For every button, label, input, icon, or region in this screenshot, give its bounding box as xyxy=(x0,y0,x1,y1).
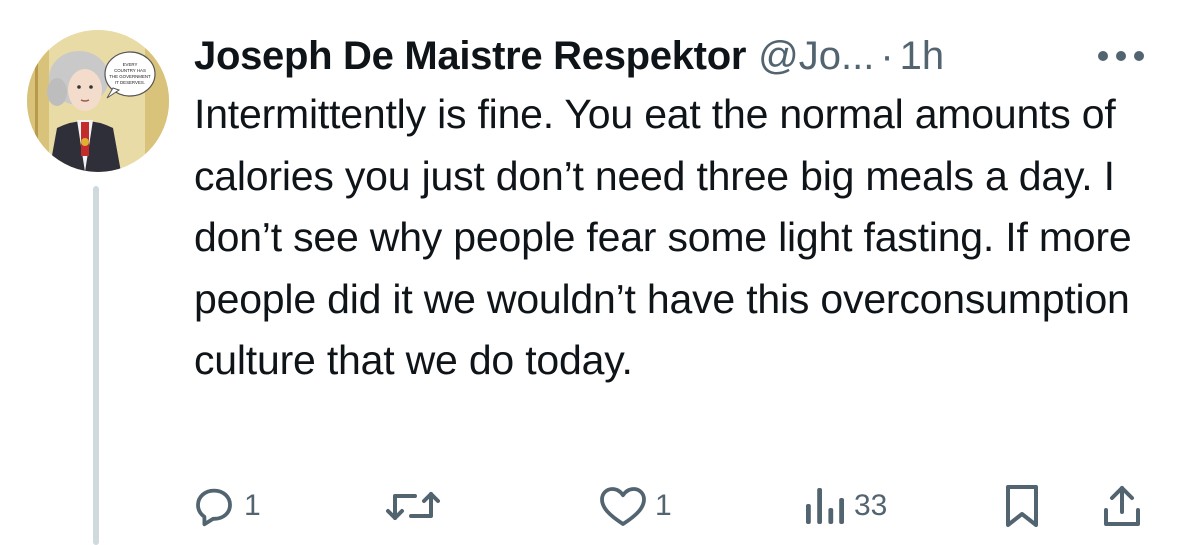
retweet-button[interactable] xyxy=(385,478,447,534)
tweet[interactable]: EVERY COUNTRY HAS THE GOVERNMENT IT DESE… xyxy=(0,0,1179,545)
svg-text:IT DESERVES.: IT DESERVES. xyxy=(115,80,145,85)
more-horizontal-icon xyxy=(1098,51,1144,61)
author-handle[interactable]: @Jo... xyxy=(758,34,874,79)
reply-count: 1 xyxy=(244,489,261,522)
avatar[interactable]: EVERY COUNTRY HAS THE GOVERNMENT IT DESE… xyxy=(27,30,169,172)
heart-icon xyxy=(600,487,646,526)
bookmark-button[interactable] xyxy=(1000,478,1044,534)
like-button[interactable]: 1 xyxy=(597,478,672,534)
share-button[interactable] xyxy=(1100,478,1144,534)
svg-text:THE GOVERNMENT: THE GOVERNMENT xyxy=(109,74,151,79)
share-icon xyxy=(1104,486,1140,526)
timestamp[interactable]: 1h xyxy=(900,34,945,79)
like-count: 1 xyxy=(655,489,672,522)
views-button[interactable]: 33 xyxy=(800,478,887,534)
more-options-button[interactable] xyxy=(1093,36,1149,76)
reply-button[interactable]: 1 xyxy=(190,478,261,534)
svg-text:EVERY: EVERY xyxy=(123,62,138,67)
bookmark-icon xyxy=(1006,485,1038,527)
views-chart-icon xyxy=(806,488,844,524)
tweet-header: Joseph De Maistre Respektor @Jo... · 1h xyxy=(194,26,1149,86)
separator-dot: · xyxy=(880,33,894,78)
svg-text:COUNTRY HAS: COUNTRY HAS xyxy=(114,68,146,73)
action-bar: 1 1 33 xyxy=(0,470,1179,540)
cartoon-portrait-avatar: EVERY COUNTRY HAS THE GOVERNMENT IT DESE… xyxy=(27,30,169,172)
views-count: 33 xyxy=(854,489,888,522)
reply-icon xyxy=(196,488,232,527)
retweet-icon xyxy=(386,492,440,520)
author-display-name[interactable]: Joseph De Maistre Respektor xyxy=(194,34,746,79)
tweet-text: Intermittently is fine. You eat the norm… xyxy=(194,91,1132,383)
